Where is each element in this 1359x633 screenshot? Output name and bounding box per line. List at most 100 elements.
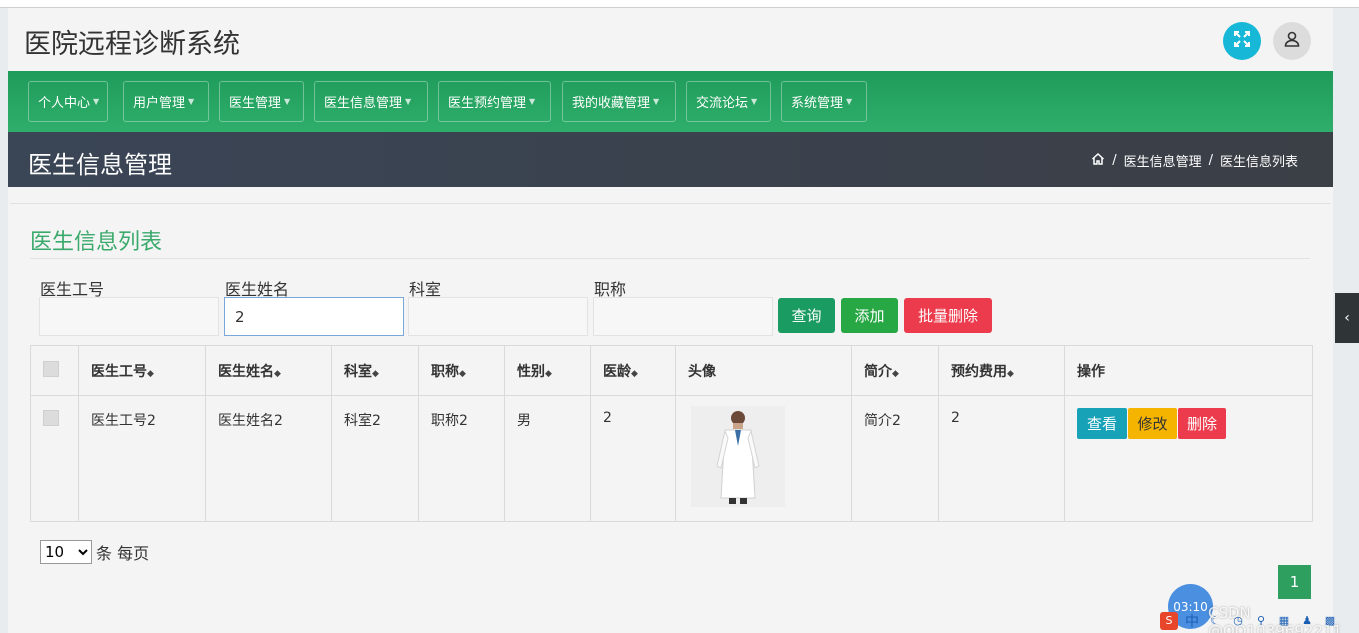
doctor-avatar-image[interactable] (691, 406, 785, 507)
table-row: 医生工号2 医生姓名2 科室2 职称2 男 2 简介2 2 查看 修改 删除 (30, 395, 1313, 522)
user-icon (1283, 30, 1301, 52)
cell-doctor-id: 医生工号2 (78, 395, 206, 522)
column-label: 操作 (1077, 363, 1105, 380)
caret-down-icon: ▼ (405, 97, 412, 106)
nav-item-label: 我的收藏管理 (572, 96, 651, 111)
row-select-cell (30, 395, 79, 522)
nav-item-label: 交流论坛 (696, 96, 749, 111)
column-label: 头像 (688, 363, 716, 380)
col-department[interactable]: 科室◆ (331, 345, 419, 396)
sort-icon: ◆ (545, 368, 552, 379)
breadcrumb-item-current: 医生信息列表 (1219, 155, 1298, 170)
column-label: 科室 (344, 363, 372, 380)
col-avatar: 头像 (675, 345, 852, 396)
nav-item-label: 用户管理 (133, 96, 186, 111)
col-fee[interactable]: 预约费用◆ (938, 345, 1065, 396)
fullscreen-icon (1233, 30, 1251, 52)
add-button[interactable]: 添加 (841, 298, 898, 333)
page-number-button[interactable]: 1 (1278, 565, 1311, 599)
fullscreen-button[interactable] (1223, 22, 1261, 60)
select-all-cell (30, 345, 79, 396)
cell-actions: 查看 修改 删除 (1064, 395, 1313, 522)
nav-item-doctor-management[interactable]: 医生管理 ▼ (219, 81, 304, 122)
col-gender[interactable]: 性别◆ (504, 345, 591, 396)
doctor-name-input[interactable] (224, 297, 404, 336)
breadcrumb: / 医生信息管理 / 医生信息列表 (1091, 151, 1298, 170)
column-label: 预约费用 (951, 363, 1007, 380)
caret-down-icon: ▼ (93, 97, 100, 106)
nav-item-doctor-info-management[interactable]: 医生信息管理 ▼ (314, 81, 428, 122)
nav-item-label: 系统管理 (791, 96, 844, 111)
header: 医院远程诊断系统 (8, 8, 1333, 71)
caret-down-icon: ▼ (188, 97, 195, 106)
column-label: 职称 (431, 363, 459, 380)
home-icon[interactable] (1091, 152, 1105, 170)
sort-icon: ◆ (1007, 368, 1014, 379)
column-label: 医生工号 (91, 363, 147, 380)
view-button[interactable]: 查看 (1077, 408, 1127, 439)
query-button[interactable]: 查询 (778, 298, 835, 333)
sogou-icon[interactable]: S (1160, 611, 1178, 630)
sort-icon: ◆ (631, 368, 638, 379)
breadcrumb-separator: / (1112, 153, 1117, 168)
cell-department: 科室2 (331, 395, 419, 522)
caret-down-icon: ▼ (653, 97, 660, 106)
table-header-row: 医生工号◆ 医生姓名◆ 科室◆ 职称◆ 性别◆ 医龄◆ 头像 简介◆ 预约费用◆… (30, 345, 1313, 396)
list-card: 医生信息列表 医生工号 医生姓名 科室 职称 查询 添加 批量删除 医生工号◆ … (10, 203, 1331, 633)
sort-icon: ◆ (274, 368, 281, 379)
side-panel-toggle[interactable]: ‹ (1335, 293, 1359, 343)
sort-icon: ◆ (892, 368, 899, 379)
cell-title: 职称2 (418, 395, 505, 522)
select-all-checkbox[interactable] (43, 360, 59, 377)
edit-button[interactable]: 修改 (1128, 408, 1177, 439)
row-checkbox[interactable] (43, 410, 59, 426)
divider (30, 258, 1310, 259)
caret-down-icon: ▼ (846, 97, 853, 106)
breadcrumb-separator: / (1208, 153, 1213, 168)
ime-chinese-icon[interactable]: 中 (1183, 612, 1201, 630)
sort-icon: ◆ (147, 368, 154, 379)
col-doctor-id[interactable]: 医生工号◆ (78, 345, 206, 396)
nav-item-label: 医生管理 (229, 96, 282, 111)
cell-gender: 男 (504, 395, 591, 522)
app-title: 医院远程诊断系统 (24, 29, 240, 60)
nav-item-favorites-management[interactable]: 我的收藏管理 ▼ (562, 81, 676, 122)
batch-delete-button[interactable]: 批量删除 (904, 298, 992, 333)
nav-item-user-management[interactable]: 用户管理 ▼ (123, 81, 209, 122)
page-title: 医生信息管理 (28, 151, 172, 179)
column-label: 医龄 (603, 363, 631, 380)
col-intro[interactable]: 简介◆ (851, 345, 939, 396)
department-input[interactable] (408, 297, 588, 336)
col-years[interactable]: 医龄◆ (590, 345, 676, 396)
cell-doctor-name: 医生姓名2 (205, 395, 332, 522)
nav-item-appointment-management[interactable]: 医生预约管理 ▼ (438, 81, 551, 122)
doctor-table: 医生工号◆ 医生姓名◆ 科室◆ 职称◆ 性别◆ 医龄◆ 头像 简介◆ 预约费用◆… (30, 345, 1313, 522)
delete-button[interactable]: 删除 (1178, 408, 1226, 439)
cell-intro: 简介2 (851, 395, 939, 522)
doctor-id-input[interactable] (39, 297, 219, 336)
page-header-bar: 医生信息管理 / 医生信息管理 / 医生信息列表 (8, 132, 1333, 187)
cell-avatar (675, 395, 852, 522)
caret-down-icon: ▼ (284, 97, 291, 106)
nav-item-label: 个人中心 (38, 96, 91, 111)
caret-down-icon: ▼ (751, 97, 758, 106)
col-title[interactable]: 职称◆ (418, 345, 505, 396)
cell-fee: 2 (938, 395, 1065, 522)
user-menu-button[interactable] (1273, 22, 1311, 60)
nav-item-personal-center[interactable]: 个人中心 ▼ (28, 81, 108, 122)
nav-item-label: 医生信息管理 (324, 96, 403, 111)
column-label: 性别 (517, 363, 545, 380)
watermark: CSDN @QQ1039692211 (1208, 604, 1343, 633)
main-navbar: 个人中心 ▼ 用户管理 ▼ 医生管理 ▼ 医生信息管理 ▼ 医生预约管理 ▼ 我的收藏管理… (8, 71, 1333, 132)
sort-icon: ◆ (372, 368, 379, 379)
col-actions: 操作 (1064, 345, 1313, 396)
page-size-select[interactable]: 10 (40, 540, 92, 564)
nav-item-system-management[interactable]: 系统管理 ▼ (781, 81, 867, 122)
card-title: 医生信息列表 (30, 230, 163, 255)
breadcrumb-item[interactable]: 医生信息管理 (1124, 151, 1202, 170)
title-input[interactable] (593, 297, 773, 336)
page-size-control: 10 条 每页 (40, 540, 149, 564)
col-doctor-name[interactable]: 医生姓名◆ (205, 345, 332, 396)
page-size-suffix: 条 每页 (96, 544, 150, 563)
nav-item-forum[interactable]: 交流论坛 ▼ (686, 81, 771, 122)
